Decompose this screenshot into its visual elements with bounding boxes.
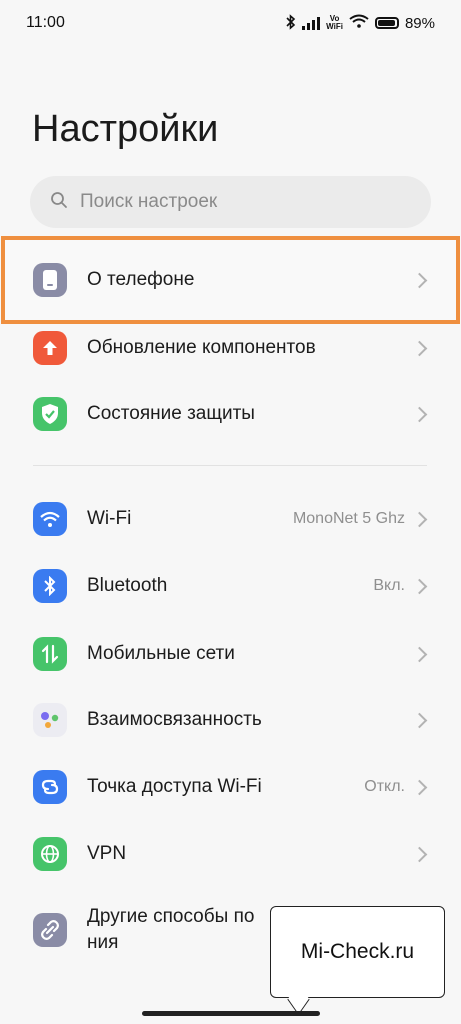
chevron-right-icon bbox=[411, 340, 428, 356]
settings-item-vpn[interactable]: VPN bbox=[0, 822, 461, 886]
settings-item-label: Мобильные сети bbox=[87, 643, 235, 664]
settings-item-value: Вкл. bbox=[373, 577, 405, 594]
hotspot-link-icon bbox=[33, 770, 67, 804]
wifi-icon bbox=[33, 502, 67, 536]
chevron-right-icon bbox=[411, 712, 428, 728]
watermark-text: Mi-Check.ru bbox=[300, 940, 415, 963]
bluetooth-status-icon bbox=[286, 13, 296, 33]
shield-icon bbox=[33, 397, 67, 431]
settings-item-mobile-networks[interactable]: Мобильные сети bbox=[0, 622, 461, 686]
settings-item-label: Точка доступа Wi-Fi bbox=[87, 776, 262, 797]
section-divider bbox=[33, 465, 427, 466]
settings-item-label: Обновление компонентов bbox=[87, 337, 316, 358]
mobile-data-icon bbox=[33, 637, 67, 671]
home-indicator[interactable] bbox=[142, 1011, 320, 1016]
connectivity-dots-icon bbox=[33, 703, 67, 737]
settings-item-wifi[interactable]: Wi-Fi MonoNet 5 Ghz bbox=[0, 487, 461, 551]
settings-item-label: VPN bbox=[87, 843, 127, 864]
status-icons: Vo WiFi 89% bbox=[286, 13, 435, 33]
settings-item-value: MonoNet 5 Ghz bbox=[292, 510, 405, 527]
status-bar: 11:00 Vo WiFi 89% bbox=[0, 0, 461, 46]
settings-item-label: Состояние защиты bbox=[87, 403, 255, 424]
chevron-right-icon bbox=[411, 846, 428, 862]
settings-item-label: Bluetooth bbox=[87, 575, 168, 596]
settings-item-value: Откл. bbox=[364, 778, 405, 795]
wifi-status-icon bbox=[349, 14, 369, 33]
chevron-right-icon bbox=[411, 511, 428, 527]
settings-item-label: Другие способы по ния bbox=[87, 906, 255, 953]
settings-item-label: О телефоне bbox=[87, 269, 195, 290]
battery-percent: 89% bbox=[404, 14, 435, 32]
page-title: Настройки bbox=[32, 108, 219, 150]
watermark-badge: Mi-Check.ru bbox=[270, 906, 445, 998]
settings-item-label: Wi-Fi bbox=[87, 508, 132, 529]
phone-icon bbox=[33, 263, 67, 297]
settings-item-security-status[interactable]: Состояние защиты bbox=[0, 382, 461, 446]
search-bar[interactable] bbox=[30, 176, 431, 228]
settings-item-about-phone[interactable]: О телефоне bbox=[0, 248, 461, 312]
vowifi-icon: Vo WiFi bbox=[326, 14, 343, 31]
settings-item-bluetooth[interactable]: Bluetooth Вкл. bbox=[0, 554, 461, 618]
search-input[interactable] bbox=[78, 190, 382, 214]
globe-icon bbox=[33, 837, 67, 871]
chevron-right-icon bbox=[411, 779, 428, 795]
signal-icon bbox=[302, 16, 321, 30]
settings-item-label: Взаимосвязанность bbox=[87, 709, 262, 730]
chevron-right-icon bbox=[411, 646, 428, 662]
settings-item-connectivity[interactable]: Взаимосвязанность bbox=[0, 688, 461, 752]
search-icon bbox=[50, 191, 68, 214]
chevron-right-icon bbox=[411, 578, 428, 594]
bluetooth-icon bbox=[33, 569, 67, 603]
chevron-right-icon bbox=[411, 272, 428, 288]
link-icon bbox=[33, 913, 67, 947]
status-time: 11:00 bbox=[26, 14, 65, 31]
settings-item-component-updates[interactable]: Обновление компонентов bbox=[0, 316, 461, 380]
settings-item-hotspot[interactable]: Точка доступа Wi-Fi Откл. bbox=[0, 755, 461, 819]
battery-icon bbox=[374, 17, 399, 29]
update-arrow-icon bbox=[33, 331, 67, 365]
chevron-right-icon bbox=[411, 406, 428, 422]
